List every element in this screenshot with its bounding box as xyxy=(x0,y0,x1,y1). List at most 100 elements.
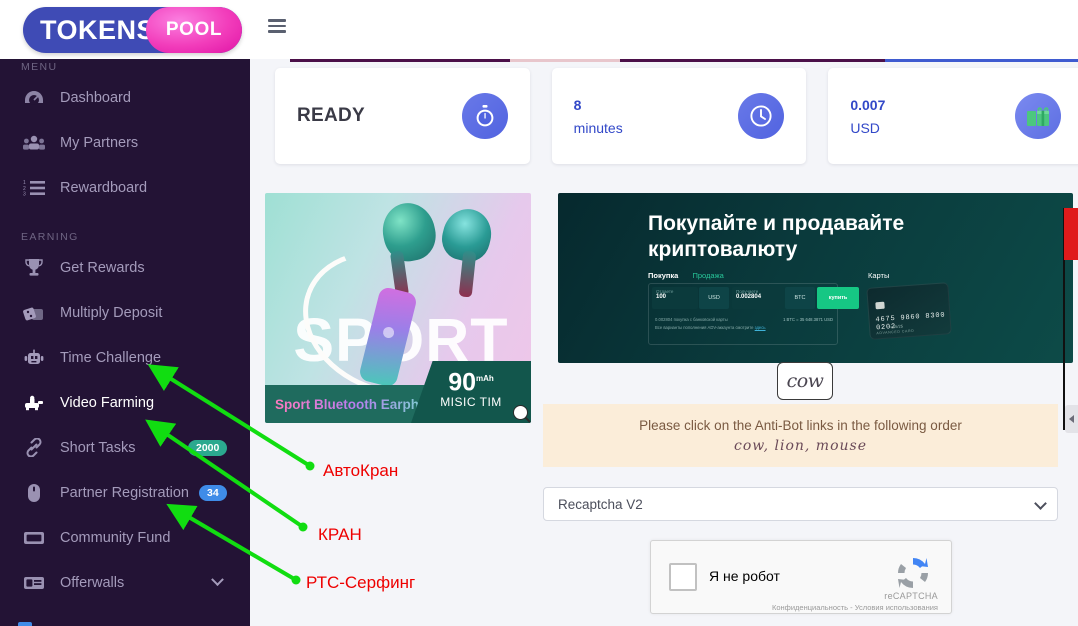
link-chain-icon xyxy=(21,437,47,459)
ad-crypto-tab-sell[interactable]: Продажа xyxy=(692,271,723,280)
stat-status-value: READY xyxy=(297,105,366,126)
ad-crypto-note-link[interactable]: здесь xyxy=(755,325,766,330)
ad-crypto-currency-from[interactable]: USD xyxy=(699,287,729,309)
ad-sport-badge-number: 90 xyxy=(448,368,477,397)
captcha-type-select[interactable]: Recaptcha V2 xyxy=(543,487,1058,521)
brand-name-main: TOKENS xyxy=(40,14,156,45)
sidebar-item-label: Dashboard xyxy=(60,89,131,106)
ad-crypto-card-expiry: •• 05/25 xyxy=(888,323,904,330)
stat-card-timer: 8 minutes xyxy=(551,68,807,164)
ad-sport-badge-text: MISIC TIM xyxy=(440,395,502,410)
right-edge-red-banner[interactable] xyxy=(1063,208,1078,260)
ad-crypto-note-second: Все варианты пополнения ADV-аккаунта смо… xyxy=(655,325,754,330)
anti-bot-captcha-word: cow xyxy=(786,370,824,392)
sidebar-item-dashboard[interactable]: Dashboard xyxy=(0,75,250,120)
sidebar-item-time-challenge[interactable]: Time Challenge xyxy=(0,335,250,380)
ad-crypto-get-value: 0.002804 xyxy=(736,294,762,300)
recaptcha-terms[interactable]: Конфиденциальность - Условия использован… xyxy=(772,603,938,612)
dice-icon xyxy=(21,302,47,324)
annotation-kran: КРАН xyxy=(318,525,362,544)
ad-crypto-headline: Покупайте и продавайте криптовалюту xyxy=(648,212,905,261)
sidebar-section-menu: MENU xyxy=(21,61,58,73)
annotation-avtokran: АвтоКран xyxy=(323,461,399,480)
brand-name-accent: POOL xyxy=(165,19,223,40)
sidebar-badge-partner-registration: 34 xyxy=(199,484,227,501)
captcha-type-select-value[interactable]: Recaptcha V2 xyxy=(543,487,1058,521)
sidebar-item-label: Video Farming xyxy=(60,394,155,411)
trophy-icon xyxy=(21,257,47,279)
advertisement-row: SPORT Sport Bluetooth Earphone 90mAh MIS… xyxy=(265,193,1078,423)
ad-crypto-get-field[interactable]: Получаете 0.002804 xyxy=(732,287,784,309)
stat-card-balance: 0.007 USD xyxy=(828,68,1078,164)
sidebar-item-partner-registration[interactable]: Partner Registration 34 xyxy=(0,470,250,515)
ad-crypto-rate: 1 BTC = 35 648.3871 USD xyxy=(783,317,833,322)
stat-timer-value: 8 xyxy=(573,96,582,113)
ad-crypto-give-field[interactable]: Отдаете 100 xyxy=(652,287,698,309)
sidebar-item-label: Rewardboard xyxy=(60,179,148,196)
ad-crypto-card2-number: 0202 xyxy=(981,312,1002,323)
recaptcha-widget[interactable]: Я не робот reCAPTCHA Конфиденциальность … xyxy=(650,540,952,614)
chevron-down-icon[interactable] xyxy=(211,573,224,587)
annotation-rts-serfing: РТС-Серфинг xyxy=(306,573,416,592)
sidebar-item-my-partners[interactable]: My Partners xyxy=(0,120,250,165)
ad-banner-crypto[interactable]: Покупайте и продавайте криптовалюту Поку… xyxy=(558,193,1073,363)
top-color-strip xyxy=(250,59,1078,62)
id-card-icon xyxy=(21,572,47,594)
dashboard-gauge-icon xyxy=(21,87,47,109)
sidebar-item-get-rewards[interactable]: Get Rewards xyxy=(0,245,250,290)
robot-icon xyxy=(21,347,47,369)
sidebar-section-earning: EARNING xyxy=(21,231,79,243)
ticket-icon xyxy=(21,527,47,549)
brand-bubble: POOL xyxy=(146,7,242,53)
users-group-icon xyxy=(21,132,47,154)
hamburger-menu-icon[interactable] xyxy=(268,19,286,33)
ad-crypto-tab-buy[interactable]: Покупка xyxy=(648,271,678,280)
sidebar-item-label: Short Tasks xyxy=(60,439,136,456)
ad-crypto-tabs[interactable]: Покупка Продажа xyxy=(648,271,724,280)
sidebar-item-multiply-deposit[interactable]: Multiply Deposit xyxy=(0,290,250,335)
clock-icon xyxy=(738,93,785,139)
sidebar-item-rewardboard[interactable]: 123 Rewardboard xyxy=(0,165,250,210)
gift-icon xyxy=(1015,93,1062,139)
ad-crypto-card-front: 4675 9860 8300 0202 •• 05/25 ADVANCED CA… xyxy=(866,282,952,340)
ad-crypto-currency-to[interactable]: BTC xyxy=(785,287,815,309)
anti-bot-captcha-image[interactable]: cow xyxy=(777,362,833,400)
sidebar-item-community-fund[interactable]: Community Fund xyxy=(0,515,250,560)
side-panel-toggle[interactable] xyxy=(1065,405,1078,433)
ad-banner-sport[interactable]: SPORT Sport Bluetooth Earphone 90mAh MIS… xyxy=(265,193,531,423)
brand-logo[interactable]: TOKENS POOL xyxy=(23,7,242,53)
stat-cards: READY 8 minutes 0.007 USD xyxy=(275,68,1078,164)
sidebar-item-video-farming[interactable]: Video Farming xyxy=(0,380,250,425)
anti-bot-order-text: cow, lion, mouse xyxy=(734,437,867,454)
ad-crypto-notes: 1 BTC = 35 648.3871 USD 0.002804 покупка… xyxy=(655,316,833,332)
sidebar-item-label: Offerwalls xyxy=(60,574,125,591)
main-content: READY 8 minutes 0.007 USD Sport Bluetoot… xyxy=(250,59,1078,626)
recaptcha-checkbox[interactable] xyxy=(669,563,697,591)
sidebar-item-offerwalls[interactable]: Offerwalls xyxy=(0,560,250,605)
sidebar-badge-short-tasks: 2000 xyxy=(188,439,228,456)
sidebar: MENU Dashboard My Partners 123 Rewardboa… xyxy=(0,59,250,626)
sidebar-item-short-tasks[interactable]: Short Tasks 2000 xyxy=(0,425,250,470)
recaptcha-logo-icon xyxy=(893,553,933,593)
ad-sport-badge-unit: mAh xyxy=(476,374,494,383)
magnifier-icon[interactable] xyxy=(513,405,528,420)
sidebar-bottom-indicator xyxy=(18,622,32,626)
ordered-list-icon: 123 xyxy=(21,177,47,199)
stat-timer-unit: minutes xyxy=(573,119,623,136)
anti-bot-instruction-text: Please click on the Anti-Bot links in th… xyxy=(639,417,962,433)
sidebar-item-label: Time Challenge xyxy=(60,349,162,366)
ad-crypto-note-left: 0.002804 покупка с банковской карты xyxy=(655,317,728,322)
sidebar-item-label: Partner Registration xyxy=(60,484,189,501)
stat-balance-currency: USD xyxy=(850,119,880,136)
ad-crypto-exchange-form: Отдаете 100 USD Получаете 0.002804 BTC к… xyxy=(648,283,859,345)
ad-crypto-give-value: 100 xyxy=(656,294,667,300)
faucet-icon xyxy=(21,392,47,414)
ad-crypto-buy-button[interactable]: купить xyxy=(817,287,859,309)
recaptcha-label: Я не робот xyxy=(709,568,780,584)
chevron-left-icon xyxy=(1069,415,1074,423)
stat-card-status: READY xyxy=(275,68,530,164)
sidebar-item-label: Community Fund xyxy=(60,529,171,546)
card-chip-icon xyxy=(875,301,885,310)
sidebar-item-label: Multiply Deposit xyxy=(60,304,163,321)
sidebar-item-label: Get Rewards xyxy=(60,259,145,276)
